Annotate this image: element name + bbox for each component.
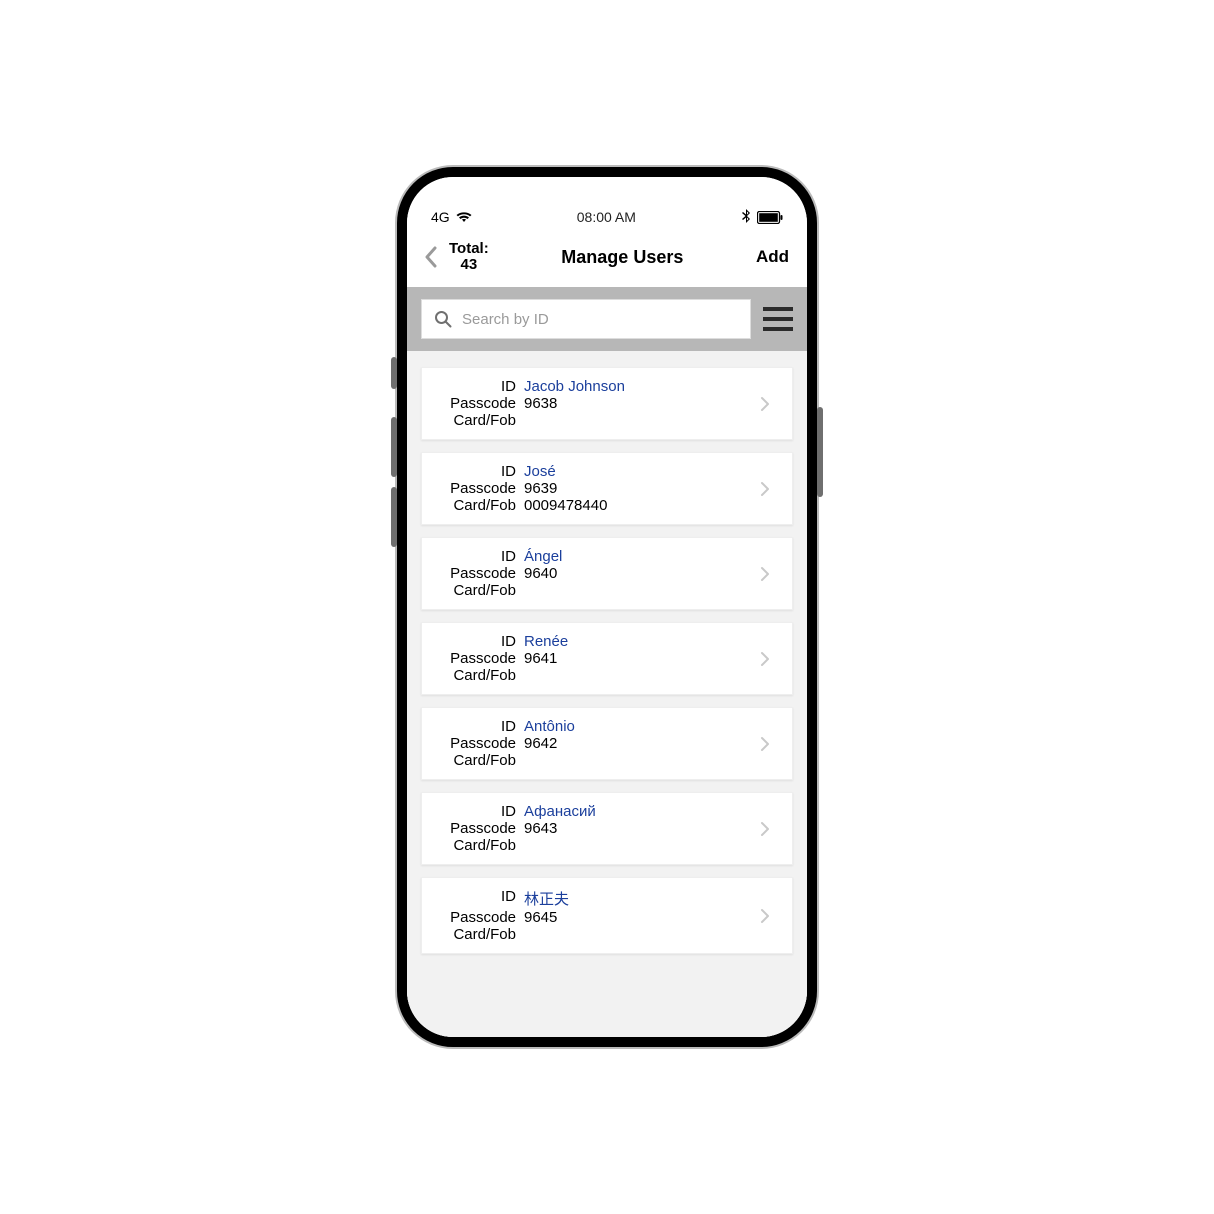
chevron-right-icon [760, 651, 770, 667]
user-list: ID Jacob Johnson Passcode 9638 Card/Fob ID Jos… [407, 351, 807, 1037]
passcode-value: 9642 [524, 735, 760, 752]
search-input[interactable] [462, 311, 738, 328]
cardfob-value [524, 752, 760, 769]
search-box[interactable] [421, 299, 751, 339]
clock: 08:00 AM [577, 209, 636, 225]
user-card[interactable]: ID Antônio Passcode 9642 Card/Fob [421, 707, 793, 780]
hamburger-icon [763, 307, 793, 311]
chevron-right-icon [760, 566, 770, 582]
phone-frame: 4G 08:00 AM [397, 167, 817, 1047]
id-value: Jacob Johnson [524, 378, 760, 395]
passcode-label: Passcode [438, 480, 516, 497]
total-value: 43 [449, 257, 489, 274]
id-label: ID [438, 803, 516, 820]
id-label: ID [438, 378, 516, 395]
user-fields: ID Antônio Passcode 9642 Card/Fob [438, 718, 760, 769]
user-fields: ID José Passcode 9639 Card/Fob 0009478440 [438, 463, 760, 514]
bluetooth-icon [741, 209, 751, 225]
page-title: Manage Users [561, 247, 683, 268]
search-icon [434, 310, 452, 328]
side-button [817, 407, 823, 497]
chevron-right-icon [760, 396, 770, 412]
cardfob-value [524, 582, 760, 599]
user-card[interactable]: ID Renée Passcode 9641 Card/Fob [421, 622, 793, 695]
passcode-value: 9645 [524, 909, 760, 926]
user-card[interactable]: ID 林正夫 Passcode 9645 Card/Fob [421, 877, 793, 954]
user-fields: ID 林正夫 Passcode 9645 Card/Fob [438, 888, 760, 943]
user-card[interactable]: ID Ángel Passcode 9640 Card/Fob [421, 537, 793, 610]
passcode-value: 9643 [524, 820, 760, 837]
passcode-value: 9638 [524, 395, 760, 412]
back-button[interactable] [417, 241, 445, 273]
user-card[interactable]: ID José Passcode 9639 Card/Fob 0009478440 [421, 452, 793, 525]
user-fields: ID Афанасий Passcode 9643 Card/Fob [438, 803, 760, 854]
total-count: Total: 43 [449, 241, 489, 274]
user-card[interactable]: ID Jacob Johnson Passcode 9638 Card/Fob [421, 367, 793, 440]
chevron-right-icon [760, 736, 770, 752]
cardfob-label: Card/Fob [438, 837, 516, 854]
id-value: Renée [524, 633, 760, 650]
total-label: Total: [449, 241, 489, 258]
disclosure [760, 908, 780, 924]
passcode-label: Passcode [438, 565, 516, 582]
cardfob-label: Card/Fob [438, 412, 516, 429]
battery-icon [757, 211, 783, 224]
cardfob-value [524, 837, 760, 854]
passcode-label: Passcode [438, 735, 516, 752]
cardfob-value [524, 926, 760, 943]
screen: 4G 08:00 AM [407, 177, 807, 1037]
id-label: ID [438, 718, 516, 735]
passcode-value: 9639 [524, 480, 760, 497]
add-button[interactable]: Add [756, 247, 789, 267]
cardfob-label: Card/Fob [438, 926, 516, 943]
user-fields: ID Jacob Johnson Passcode 9638 Card/Fob [438, 378, 760, 429]
cardfob-value: 0009478440 [524, 497, 760, 514]
user-card[interactable]: ID Афанасий Passcode 9643 Card/Fob [421, 792, 793, 865]
id-label: ID [438, 463, 516, 480]
chevron-right-icon [760, 481, 770, 497]
chevron-left-icon [424, 246, 438, 268]
id-label: ID [438, 888, 516, 909]
passcode-label: Passcode [438, 395, 516, 412]
id-label: ID [438, 633, 516, 650]
cardfob-label: Card/Fob [438, 497, 516, 514]
cardfob-label: Card/Fob [438, 582, 516, 599]
passcode-value: 9640 [524, 565, 760, 582]
cardfob-value [524, 667, 760, 684]
passcode-label: Passcode [438, 820, 516, 837]
header: Total: 43 Manage Users Add [407, 231, 807, 287]
id-value: José [524, 463, 760, 480]
passcode-value: 9641 [524, 650, 760, 667]
network-label: 4G [431, 209, 450, 225]
disclosure [760, 481, 780, 497]
status-bar: 4G 08:00 AM [407, 177, 807, 231]
cardfob-label: Card/Fob [438, 752, 516, 769]
side-button [391, 487, 397, 547]
wifi-icon [456, 211, 472, 223]
cardfob-value [524, 412, 760, 429]
passcode-label: Passcode [438, 650, 516, 667]
cardfob-label: Card/Fob [438, 667, 516, 684]
user-fields: ID Renée Passcode 9641 Card/Fob [438, 633, 760, 684]
disclosure [760, 821, 780, 837]
id-value: Ángel [524, 548, 760, 565]
id-value: Antônio [524, 718, 760, 735]
disclosure [760, 566, 780, 582]
id-value: Афанасий [524, 803, 760, 820]
id-label: ID [438, 548, 516, 565]
disclosure [760, 736, 780, 752]
user-fields: ID Ángel Passcode 9640 Card/Fob [438, 548, 760, 599]
disclosure [760, 651, 780, 667]
chevron-right-icon [760, 908, 770, 924]
id-value: 林正夫 [524, 888, 760, 909]
disclosure [760, 396, 780, 412]
chevron-right-icon [760, 821, 770, 837]
search-bar [407, 287, 807, 351]
menu-button[interactable] [763, 307, 793, 331]
side-button [391, 357, 397, 389]
passcode-label: Passcode [438, 909, 516, 926]
side-button [391, 417, 397, 477]
